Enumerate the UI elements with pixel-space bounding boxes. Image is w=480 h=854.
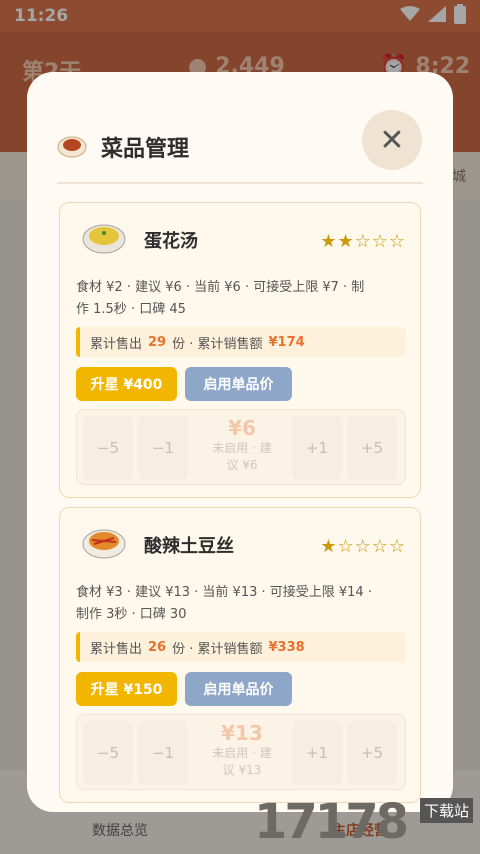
price-status: 未启用 · 建 <box>212 746 272 760</box>
plus-5-button[interactable]: +5 <box>347 721 397 785</box>
price-suggestion: 议 ¥6 <box>226 458 258 472</box>
sales-label: 累计售出 <box>90 641 143 657</box>
sales-label: 累计售出 <box>90 336 143 352</box>
sales-summary: 累计售出 26 份 · 累计销售额 ¥338 <box>76 632 406 662</box>
price-display: ¥6 未启用 · 建 议 ¥6 <box>193 416 291 474</box>
sales-label: 份 · 累计销售额 <box>172 336 263 352</box>
upgrade-star-button[interactable]: 升星 ¥150 <box>76 672 177 706</box>
dish-name: 蛋花汤 <box>144 231 198 252</box>
dish-card: 蛋花汤 ★★☆☆☆ 食材 ¥2 · 建议 ¥6 · 当前 ¥6 · 可接受上限 … <box>59 202 421 498</box>
dish-meta-line: 作 1.5秒 · 口碑 45 <box>76 302 186 317</box>
minus-5-button[interactable]: −5 <box>83 721 133 785</box>
price-stepper: −5 −1 ¥6 未启用 · 建 议 ¥6 +1 +5 <box>76 409 406 485</box>
sales-count: 29 <box>148 334 167 350</box>
price-suggestion: 议 ¥13 <box>222 763 262 777</box>
plus-5-button[interactable]: +5 <box>347 416 397 480</box>
sales-amount: ¥174 <box>268 334 305 350</box>
sales-amount: ¥338 <box>268 639 305 655</box>
egg-soup-icon <box>82 221 126 259</box>
dish-meta-line: 制作 3秒 · 口碑 30 <box>76 607 187 622</box>
dish-head: 酸辣土豆丝 <box>82 526 234 564</box>
minus-1-button[interactable]: −1 <box>138 416 188 480</box>
enable-item-price-button[interactable]: 启用单品价 <box>185 672 292 706</box>
minus-5-button[interactable]: −5 <box>83 416 133 480</box>
dish-meta: 食材 ¥2 · 建议 ¥6 · 当前 ¥6 · 可接受上限 ¥7 · 制 作 1… <box>76 277 406 321</box>
price-value: ¥13 <box>221 721 263 745</box>
close-icon: ✕ <box>379 122 405 158</box>
watermark-tag: 下载站 <box>420 798 474 823</box>
price-display: ¥13 未启用 · 建 议 ¥13 <box>193 721 291 779</box>
star-rating: ★☆☆☆☆ <box>320 536 406 557</box>
modal-title: 菜品管理 <box>101 137 190 162</box>
price-status: 未启用 · 建 <box>212 441 272 455</box>
enable-item-price-button[interactable]: 启用单品价 <box>185 367 292 401</box>
sales-summary: 累计售出 29 份 · 累计销售额 ¥174 <box>76 327 406 357</box>
dish-meta: 食材 ¥3 · 建议 ¥13 · 当前 ¥13 · 可接受上限 ¥14 · 制作… <box>76 582 406 626</box>
plus-1-button[interactable]: +1 <box>292 721 342 785</box>
price-value: ¥6 <box>228 416 256 440</box>
sales-label: 份 · 累计销售额 <box>172 641 263 657</box>
star-rating: ★★☆☆☆ <box>320 231 406 252</box>
dish-meta-line: 食材 ¥2 · 建议 ¥6 · 当前 ¥6 · 可接受上限 ¥7 · 制 <box>76 280 365 295</box>
close-button[interactable]: ✕ <box>362 110 422 170</box>
dish-name: 酸辣土豆丝 <box>144 536 234 557</box>
plus-1-button[interactable]: +1 <box>292 416 342 480</box>
minus-1-button[interactable]: −1 <box>138 721 188 785</box>
sales-count: 26 <box>148 639 167 655</box>
dish-management-modal: 菜品管理 ✕ 蛋花汤 ★★☆☆☆ 食材 ¥2 · 建议 ¥6 · 当前 ¥6 ·… <box>27 72 453 812</box>
dish-plate-icon <box>57 130 87 164</box>
dish-head: 蛋花汤 <box>82 221 198 259</box>
watermark-logo: 17178 <box>254 794 409 850</box>
upgrade-star-button[interactable]: 升星 ¥400 <box>76 367 177 401</box>
price-stepper: −5 −1 ¥13 未启用 · 建 议 ¥13 +1 +5 <box>76 714 406 790</box>
dish-meta-line: 食材 ¥3 · 建议 ¥13 · 当前 ¥13 · 可接受上限 ¥14 · <box>76 585 372 600</box>
dish-card: 酸辣土豆丝 ★☆☆☆☆ 食材 ¥3 · 建议 ¥13 · 当前 ¥13 · 可接… <box>59 507 421 803</box>
potato-shreds-icon <box>82 526 126 564</box>
